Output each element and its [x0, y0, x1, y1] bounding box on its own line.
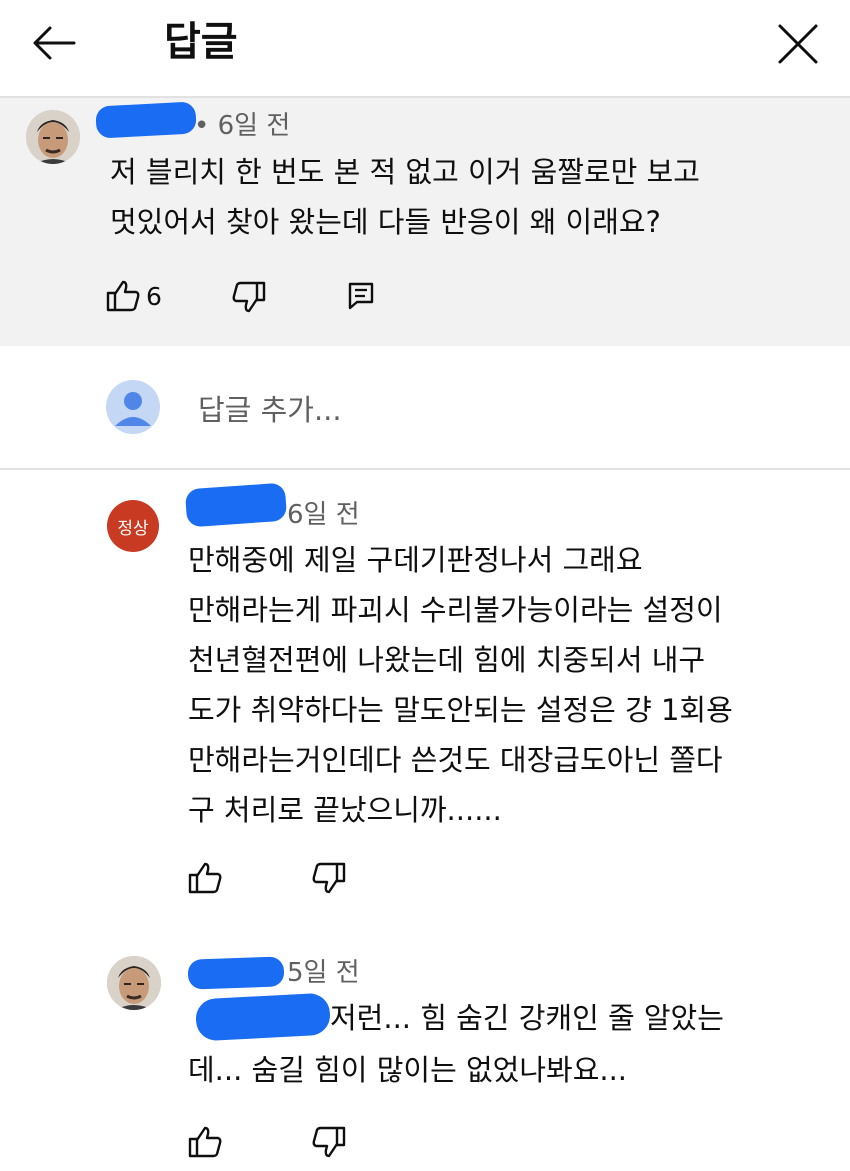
face-photo-icon — [107, 956, 161, 1010]
thumbs-up-icon — [106, 280, 140, 312]
face-photo-icon — [26, 110, 80, 164]
close-button[interactable] — [770, 16, 826, 72]
comment-text-line: 저 블리치 한 번도 본 적 없고 이거 움짤로만 보고 — [110, 155, 700, 189]
reply-button[interactable] — [348, 282, 374, 310]
reply-time: 5일 전 — [287, 958, 360, 988]
reply-text-line: 도가 취약하다는 말도안되는 설정은 걍 1회용 — [188, 693, 733, 727]
redacted-username — [95, 101, 197, 139]
dislike-button[interactable] — [232, 281, 266, 313]
user-photo-avatar[interactable] — [26, 110, 80, 164]
divider — [0, 468, 850, 470]
close-icon — [778, 24, 818, 64]
thumbs-down-icon — [232, 281, 266, 313]
redacted-username — [184, 482, 288, 528]
redacted-username — [187, 956, 285, 990]
like-button[interactable] — [188, 862, 222, 894]
reply-text-line: 저런... 힘 숨긴 강캐인 줄 알았는 — [330, 1001, 724, 1035]
page-title: 답글 — [164, 19, 238, 65]
like-button[interactable]: 6 — [106, 280, 162, 312]
thumbs-up-icon — [188, 1126, 222, 1158]
channel-avatar-badge[interactable]: 정상 — [107, 500, 159, 552]
back-button[interactable] — [28, 20, 80, 66]
like-button[interactable] — [188, 1126, 222, 1158]
parent-comment: • 6일 전 저 블리치 한 번도 본 적 없고 이거 움짤로만 보고 멋있어서… — [0, 96, 850, 346]
user-photo-avatar[interactable] — [107, 956, 161, 1010]
like-count: 6 — [146, 281, 162, 311]
reply-time: 6일 전 — [287, 500, 360, 530]
add-reply-row — [0, 346, 850, 470]
redacted-mention — [194, 992, 332, 1042]
add-reply-input[interactable]: 답글 추가... — [198, 390, 342, 430]
thumbs-down-icon — [312, 1126, 346, 1158]
comment-text-line: 멋있어서 찾아 왔는데 다들 반응이 왜 이래요? — [110, 205, 661, 239]
default-user-avatar — [106, 380, 160, 434]
reply-text-line: 데... 숨길 힘이 많이는 없었나봐요... — [188, 1053, 628, 1087]
arrow-left-icon — [33, 26, 76, 60]
reply-text-line: 만해중에 제일 구데기판정나서 그래요 — [188, 543, 643, 577]
header-bar: 답글 — [0, 0, 850, 96]
reply-text-line: 만해라는거인데다 쓴것도 대장급도아닌 쫄다 — [188, 743, 723, 777]
comment-time: • 6일 전 — [194, 111, 291, 141]
thumbs-down-icon — [312, 862, 346, 894]
reply-text-line: 구 처리로 끝났으니까...... — [188, 793, 502, 827]
dislike-button[interactable] — [312, 1126, 346, 1158]
reply-text-line: 천년혈전편에 나왔는데 힘에 치중되서 내구 — [188, 643, 706, 677]
person-icon — [115, 392, 151, 426]
dislike-button[interactable] — [312, 862, 346, 894]
thumbs-up-icon — [188, 862, 222, 894]
reply-icon — [348, 282, 374, 310]
reply-text-line: 만해라는게 파괴시 수리불가능이라는 설정이 — [188, 593, 723, 627]
